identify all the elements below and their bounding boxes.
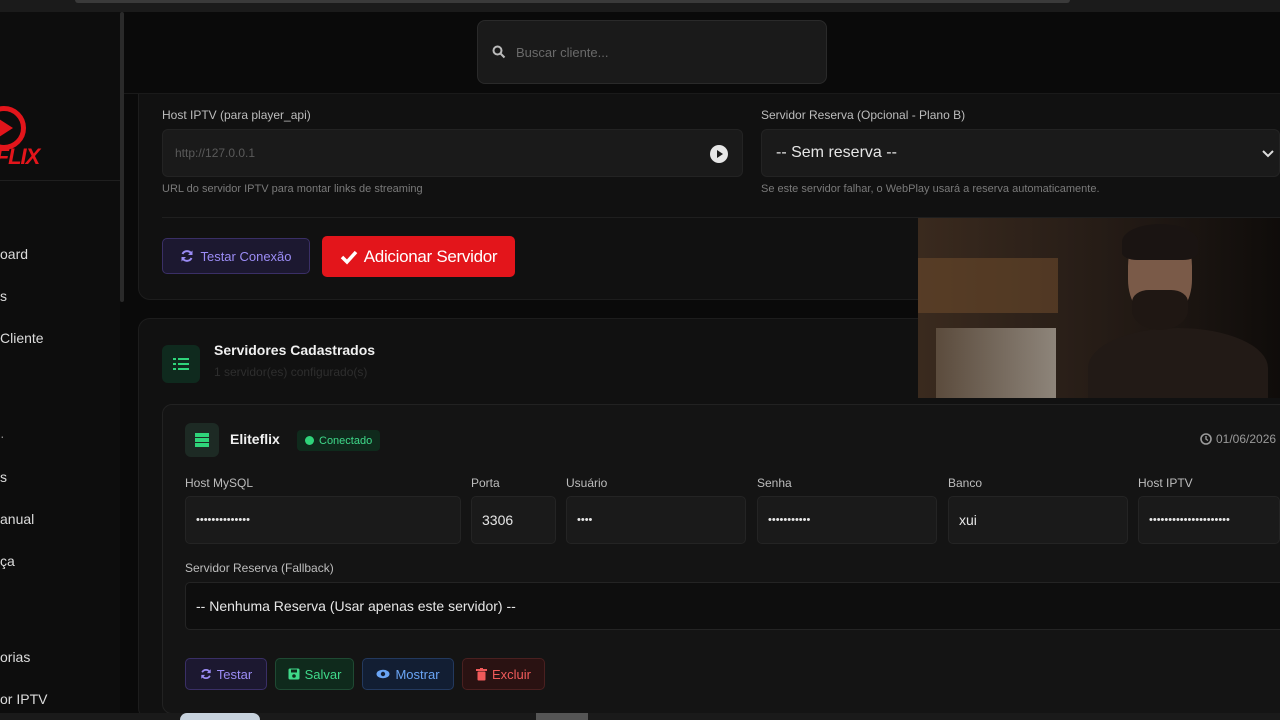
video-overlay[interactable] (918, 218, 1280, 398)
save-button-label: Salvar (304, 666, 342, 682)
sidebar-item-plans[interactable]: s (0, 469, 7, 485)
servers-section-subtitle: 1 servidor(es) configurado(s) (214, 365, 368, 379)
logo-text: EFLIX (0, 144, 40, 169)
browser-tab-bar (75, 0, 1070, 3)
status-text: Conectado (319, 434, 373, 447)
server-icon (185, 423, 219, 457)
sidebar-divider (0, 180, 120, 181)
status-badge: Conectado (297, 430, 381, 451)
user-label: Usuário (566, 476, 608, 490)
bottom-taskbar (0, 713, 1280, 720)
taskbar-item[interactable] (180, 713, 260, 720)
test-connection-button[interactable]: Testar Conexão (162, 238, 310, 274)
video-scene-window (936, 328, 1056, 398)
trash-icon (475, 667, 487, 680)
status-dot-icon (305, 436, 314, 445)
host-iptv-field-label: Host IPTV (1138, 476, 1193, 490)
add-server-button[interactable]: Adicionar Servidor (322, 236, 515, 277)
sidebar-item-categories[interactable]: orias (0, 649, 30, 665)
clock-icon (1200, 433, 1212, 445)
database-label: Banco (948, 476, 983, 490)
host-iptv-label: Host IPTV (para player_api) (162, 108, 311, 122)
sidebar-item-manual[interactable]: anual (0, 511, 34, 527)
host-iptv-input[interactable]: http://127.0.0.1 (162, 129, 743, 177)
show-button[interactable]: Mostrar (362, 658, 454, 690)
check-icon (340, 250, 358, 265)
password-label: Senha (757, 476, 792, 490)
port-field[interactable]: 3306 (471, 496, 556, 544)
server-name: Eliteflix (230, 431, 280, 447)
chevron-down-icon (1262, 150, 1274, 158)
video-scene-person-body (1088, 328, 1268, 398)
reserve-server-value: -- Sem reserva -- (776, 144, 897, 161)
host-mysql-field[interactable]: •••••••••••••• (185, 496, 461, 544)
sidebar-scrollbar[interactable] (120, 12, 124, 302)
save-button[interactable]: Salvar (275, 658, 354, 690)
fallback-select[interactable]: -- Nenhuma Reserva (Usar apenas este ser… (185, 582, 1280, 630)
video-scene-person-beard (1132, 290, 1188, 330)
sidebar-item-new-client[interactable]: Cliente (0, 330, 44, 346)
reserve-server-select[interactable]: -- Sem reserva -- (761, 129, 1280, 177)
delete-button-label: Excluir (491, 666, 531, 682)
database-field[interactable]: xui (948, 496, 1128, 544)
save-icon (288, 668, 300, 680)
password-field[interactable]: ••••••••••• (757, 496, 937, 544)
show-button-label: Mostrar (395, 666, 440, 682)
sidebar-item-iptv-server[interactable]: or IPTV (0, 691, 47, 707)
sidebar-item-unknown[interactable]: · (0, 428, 5, 444)
browser-top-strip (0, 0, 1280, 12)
search-icon (492, 45, 506, 59)
port-label: Porta (471, 476, 500, 490)
sidebar-item-dashboard[interactable]: oard (0, 246, 28, 262)
search-box[interactable] (477, 20, 827, 84)
host-iptv-placeholder: http://127.0.0.1 (175, 146, 256, 160)
host-iptv-hint: URL do servidor IPTV para montar links d… (162, 183, 423, 195)
reserve-server-label: Servidor Reserva (Opcional - Plano B) (761, 108, 966, 122)
server-date-text: 01/06/2026 (1216, 432, 1277, 446)
play-circle-icon[interactable] (710, 145, 728, 163)
user-field[interactable]: •••• (566, 496, 746, 544)
video-scene-frame (918, 258, 1058, 313)
eye-icon (376, 669, 390, 679)
servers-section-title: Servidores Cadastrados (214, 342, 376, 358)
refresh-icon (201, 669, 211, 679)
taskbar-item[interactable] (536, 713, 588, 720)
server-date: 01/06/2026 (1200, 432, 1276, 446)
host-iptv-field[interactable]: ••••••••••••••••••••• (1138, 496, 1280, 544)
list-icon (162, 345, 200, 383)
fallback-label: Servidor Reserva (Fallback) (185, 561, 334, 575)
sidebar-item-clients[interactable]: s (0, 288, 7, 304)
search-input[interactable] (516, 44, 796, 60)
video-scene-person-hair (1122, 224, 1198, 260)
add-server-label: Adicionar Servidor (363, 246, 498, 266)
test-button[interactable]: Testar (185, 658, 267, 690)
reserve-server-hint: Se este servidor falhar, o WebPlay usará… (761, 183, 1100, 195)
sidebar-item-security[interactable]: ça (0, 553, 15, 569)
brand-logo[interactable]: EFLIX (0, 106, 92, 176)
refresh-icon (181, 250, 193, 262)
test-button-label: Testar (216, 666, 253, 682)
host-mysql-label: Host MySQL (185, 476, 254, 490)
delete-button[interactable]: Excluir (462, 658, 545, 690)
test-connection-label: Testar Conexão (200, 248, 292, 264)
